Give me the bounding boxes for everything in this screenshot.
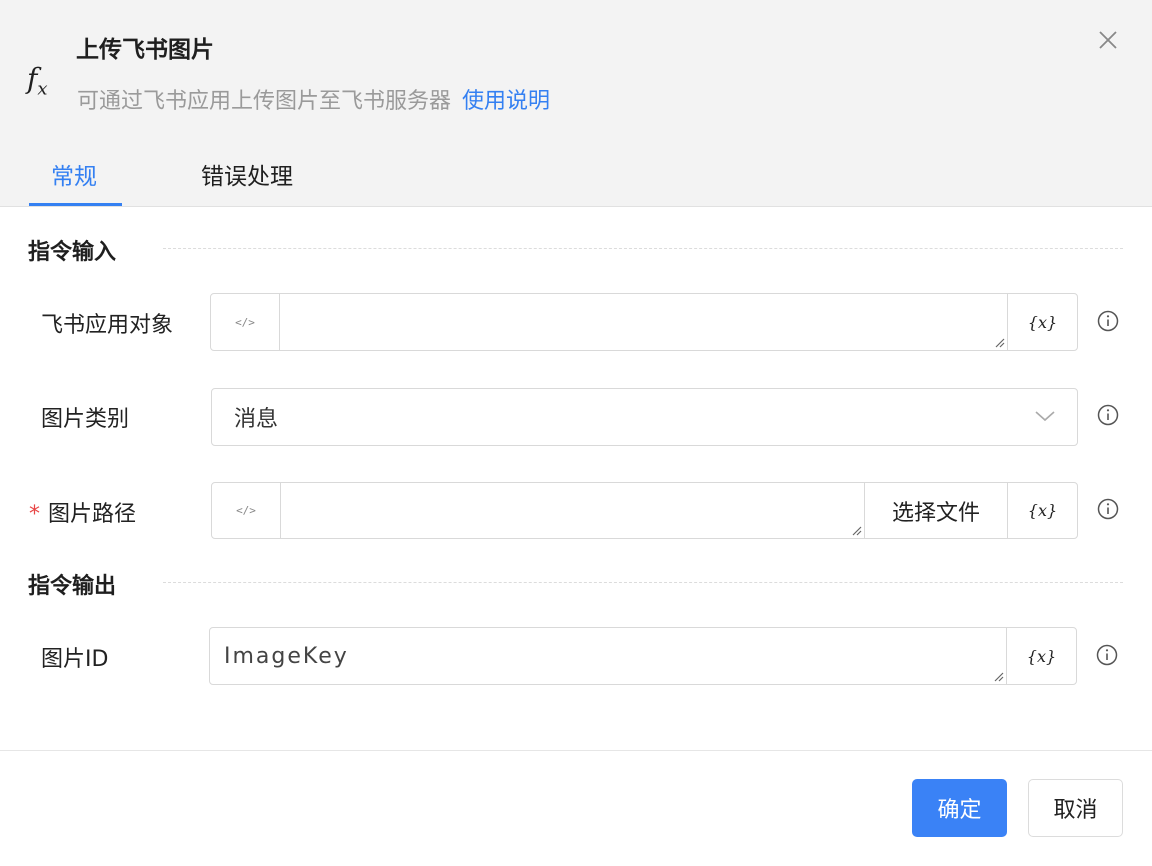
- section-divider: [163, 582, 1123, 583]
- close-icon[interactable]: [1096, 28, 1120, 52]
- dialog-title: 上传飞书图片: [76, 37, 214, 63]
- image-id-input[interactable]: ImageKey: [210, 628, 1006, 684]
- fx-icon: fx: [27, 62, 48, 100]
- section-divider: [163, 248, 1123, 249]
- code-mode-icon[interactable]: </>: [212, 483, 281, 538]
- app-object-input[interactable]: [280, 294, 1007, 350]
- resize-grip-icon[interactable]: [992, 670, 1004, 682]
- resize-grip-icon[interactable]: [850, 524, 862, 536]
- image-type-value: 消息: [234, 407, 279, 432]
- app-object-field: </> {x}: [210, 293, 1078, 351]
- image-path-label-text: 图片路径: [48, 502, 137, 527]
- image-type-label: 图片类别: [41, 407, 130, 432]
- info-icon[interactable]: [1097, 404, 1119, 426]
- image-id-value: ImageKey: [224, 643, 349, 669]
- image-path-input[interactable]: [281, 483, 864, 538]
- active-tab-indicator: [29, 203, 122, 206]
- section-title-output: 指令输出: [28, 574, 117, 599]
- required-mark: *: [29, 502, 40, 527]
- info-icon[interactable]: [1097, 498, 1119, 520]
- tab-general[interactable]: 常规: [51, 157, 97, 191]
- help-link[interactable]: 使用说明: [462, 89, 550, 114]
- info-icon[interactable]: [1097, 310, 1119, 332]
- cancel-button[interactable]: 取消: [1028, 779, 1123, 837]
- footer-divider: [0, 750, 1152, 751]
- info-icon[interactable]: [1096, 644, 1118, 666]
- select-file-button[interactable]: 选择文件: [864, 483, 1007, 538]
- code-mode-icon[interactable]: </>: [211, 294, 280, 350]
- chevron-down-icon: [1035, 411, 1055, 422]
- image-id-label: 图片ID: [41, 647, 109, 672]
- image-type-select[interactable]: 消息: [211, 388, 1078, 446]
- variable-button[interactable]: {x}: [1007, 483, 1077, 538]
- resize-grip-icon[interactable]: [993, 336, 1005, 348]
- section-title-input: 指令输入: [28, 240, 117, 265]
- app-object-label: 飞书应用对象: [41, 313, 174, 338]
- image-path-label: * 图片路径: [29, 496, 136, 528]
- dialog-subtitle: 可通过飞书应用上传图片至飞书服务器 使用说明: [77, 83, 550, 115]
- variable-button[interactable]: {x}: [1006, 628, 1076, 684]
- image-path-field: </> 选择文件 {x}: [211, 482, 1078, 539]
- variable-button[interactable]: {x}: [1007, 294, 1077, 350]
- subtitle-text: 可通过飞书应用上传图片至飞书服务器: [77, 89, 452, 114]
- confirm-button[interactable]: 确定: [912, 779, 1007, 837]
- tab-error-handling[interactable]: 错误处理: [201, 157, 293, 191]
- dialog-header: fx 上传飞书图片 可通过飞书应用上传图片至飞书服务器 使用说明 常规 错误处理: [0, 0, 1152, 207]
- image-id-field: ImageKey {x}: [209, 627, 1077, 685]
